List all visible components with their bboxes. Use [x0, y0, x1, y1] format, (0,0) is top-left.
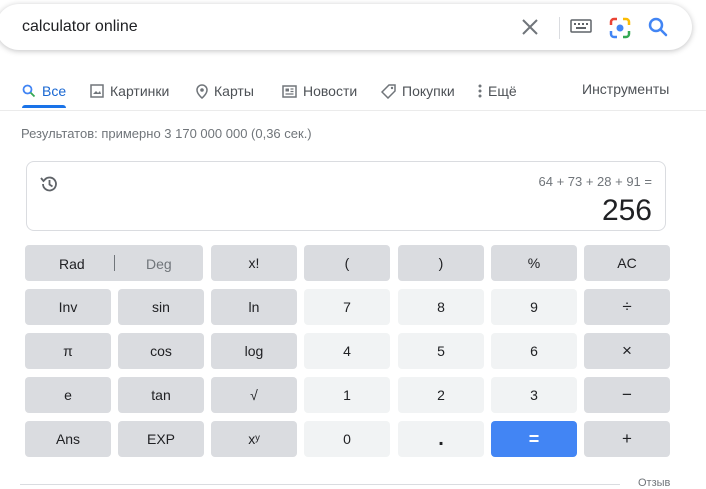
- digit-1-key[interactable]: 1: [304, 377, 390, 413]
- news-icon: [282, 84, 297, 98]
- active-tab-indicator: [22, 105, 66, 108]
- tan-key[interactable]: tan: [118, 377, 204, 413]
- keyboard-icon[interactable]: [570, 18, 594, 36]
- tag-icon: [381, 83, 396, 99]
- plus-key[interactable]: +: [584, 421, 670, 457]
- close-paren-key[interactable]: ): [398, 245, 484, 281]
- calculator-result: 256: [601, 194, 652, 227]
- digit-6-key[interactable]: 6: [491, 333, 577, 369]
- answer-key[interactable]: Ans: [25, 421, 111, 457]
- tab-shopping[interactable]: Покупки: [381, 80, 455, 102]
- tab-label: Все: [42, 83, 67, 99]
- percent-key[interactable]: %: [491, 245, 577, 281]
- digit-8-key[interactable]: 8: [398, 289, 484, 325]
- sin-key[interactable]: sin: [118, 289, 204, 325]
- more-icon: [478, 84, 482, 98]
- digit-3-key[interactable]: 3: [491, 377, 577, 413]
- rad-deg-divider: [114, 255, 115, 271]
- e-key[interactable]: e: [25, 377, 111, 413]
- search-icon: [22, 84, 36, 98]
- power-key[interactable]: xʸ: [211, 421, 297, 457]
- minus-key[interactable]: −: [584, 377, 670, 413]
- inverse-key[interactable]: Inv: [25, 289, 111, 325]
- digit-5-key[interactable]: 5: [398, 333, 484, 369]
- tab-more[interactable]: Ещё: [478, 80, 517, 102]
- pi-key[interactable]: π: [25, 333, 111, 369]
- divide-key[interactable]: ÷: [584, 289, 670, 325]
- section-divider: [20, 484, 620, 485]
- tab-maps[interactable]: Карты: [196, 80, 254, 102]
- camera-lens-icon[interactable]: [608, 16, 632, 40]
- sqrt-key[interactable]: √: [211, 377, 297, 413]
- feedback-link[interactable]: Отзыв: [638, 477, 670, 489]
- image-icon: [90, 84, 104, 98]
- decimal-point-key[interactable]: .: [398, 421, 484, 457]
- digit-4-key[interactable]: 4: [304, 333, 390, 369]
- equals-key[interactable]: =: [491, 421, 577, 457]
- cos-key[interactable]: cos: [118, 333, 204, 369]
- tab-label: Новости: [303, 83, 358, 99]
- tab-label: Покупки: [402, 83, 455, 99]
- pin-icon: [196, 83, 208, 99]
- tab-images[interactable]: Картинки: [90, 80, 169, 102]
- tab-label: Ещё: [488, 83, 517, 99]
- history-icon[interactable]: [39, 174, 59, 194]
- search-input[interactable]: calculator online: [22, 18, 138, 36]
- exp-key[interactable]: EXP: [118, 421, 204, 457]
- multiply-key[interactable]: ×: [584, 333, 670, 369]
- search-box[interactable]: calculator online: [0, 4, 692, 50]
- tabs-divider: [0, 110, 706, 111]
- open-paren-key[interactable]: (: [304, 245, 390, 281]
- digit-2-key[interactable]: 2: [398, 377, 484, 413]
- deg-button[interactable]: Deg: [146, 256, 172, 272]
- rad-button[interactable]: Rad: [59, 256, 85, 272]
- tab-news[interactable]: Новости: [282, 80, 357, 102]
- log-key[interactable]: log: [211, 333, 297, 369]
- calculator-expression: 64 + 73 + 28 + 91 =: [538, 174, 653, 189]
- tools-button[interactable]: Инструменты: [582, 81, 669, 97]
- all-clear-key[interactable]: AC: [584, 245, 670, 281]
- rad-deg-toggle: Rad Deg: [25, 245, 203, 281]
- factorial-key[interactable]: x!: [211, 245, 297, 281]
- tab-label: Карты: [214, 83, 254, 99]
- digit-0-key[interactable]: 0: [304, 421, 390, 457]
- digit-9-key[interactable]: 9: [491, 289, 577, 325]
- results-count: Результатов: примерно 3 170 000 000 (0,3…: [21, 126, 312, 141]
- digit-7-key[interactable]: 7: [304, 289, 390, 325]
- clear-icon[interactable]: [518, 15, 542, 39]
- tab-all[interactable]: Все: [22, 80, 66, 102]
- search-icon[interactable]: [647, 16, 671, 40]
- tab-label: Картинки: [110, 83, 170, 99]
- search-divider: [559, 17, 560, 39]
- calculator-display: 64 + 73 + 28 + 91 = 256: [26, 161, 666, 231]
- ln-key[interactable]: ln: [211, 289, 297, 325]
